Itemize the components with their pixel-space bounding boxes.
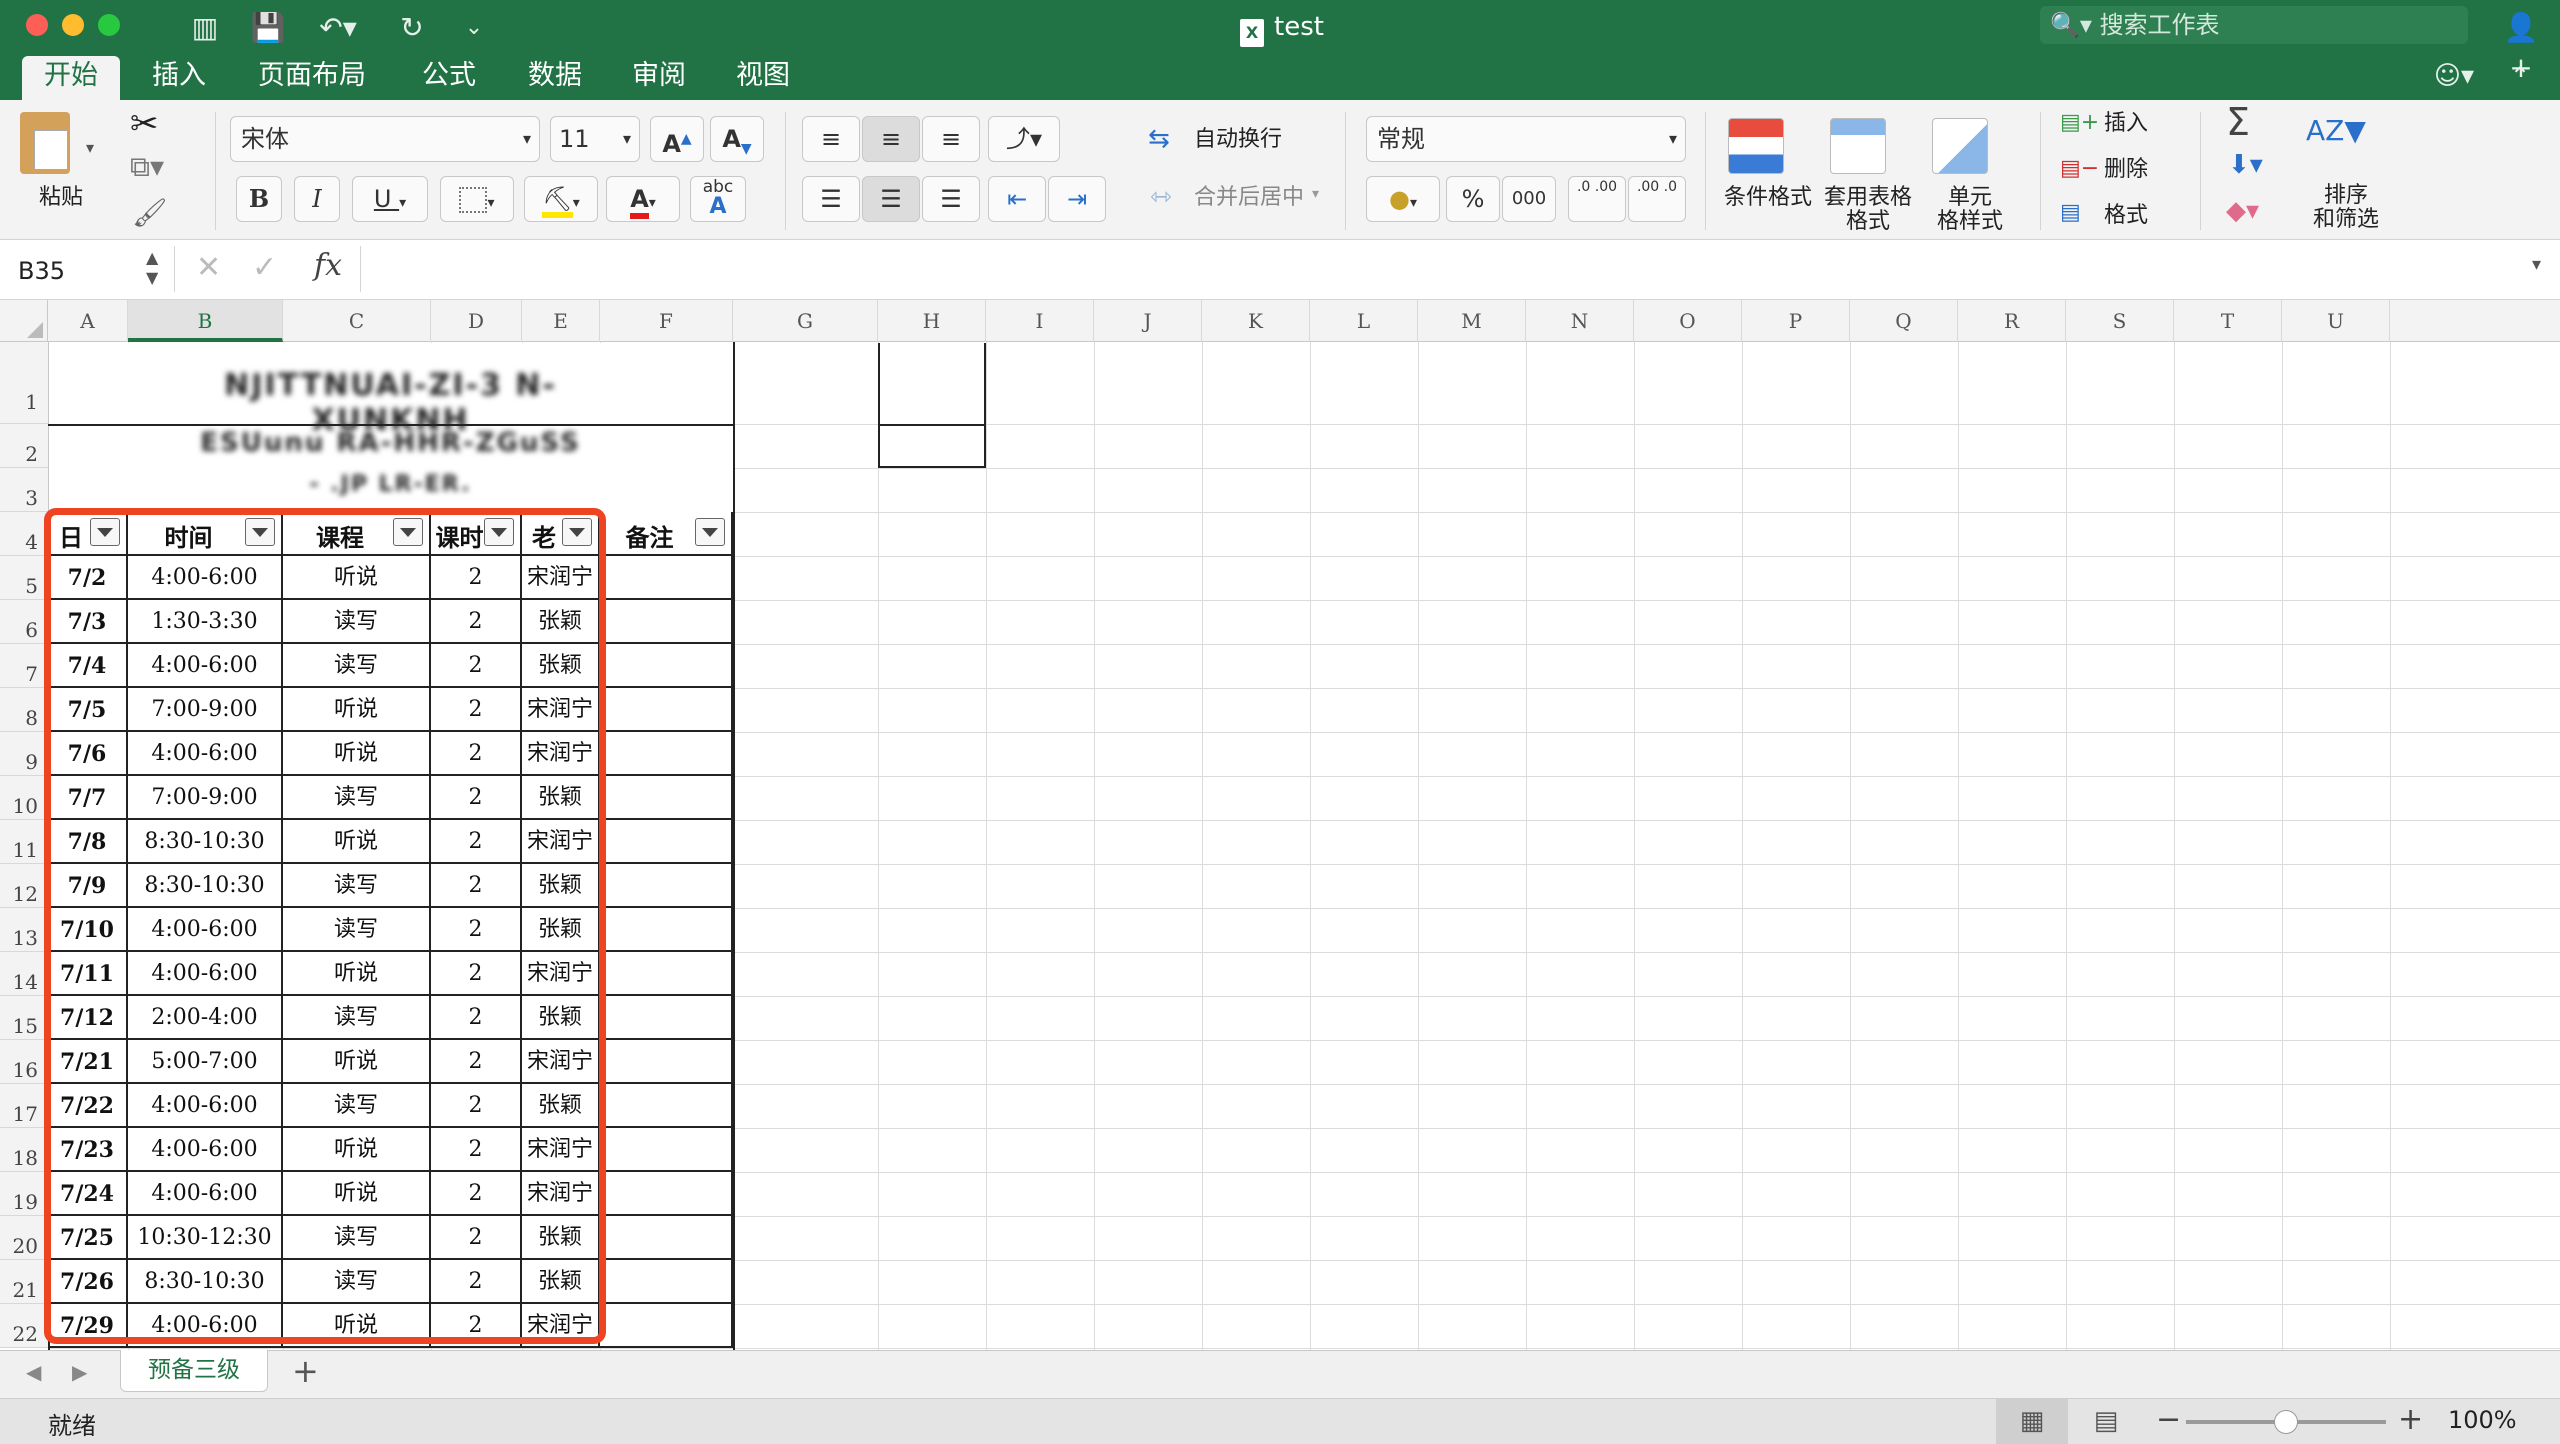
table-cell[interactable] [600, 820, 733, 864]
grid-line [1418, 342, 1419, 1350]
border-line [48, 424, 733, 426]
row-header-9[interactable]: 9 [0, 732, 48, 776]
table-cell[interactable] [600, 952, 733, 996]
table-cell[interactable] [600, 1084, 733, 1128]
row-header-5[interactable]: 5 [0, 556, 48, 600]
grid-line [1958, 342, 1959, 1350]
highlight-box [44, 508, 606, 1344]
add-sheet-button[interactable]: + [292, 1352, 319, 1390]
grid-line [2390, 342, 2391, 1350]
normal-view-icon[interactable]: ▦ [1996, 1398, 2068, 1444]
table-cell[interactable] [600, 996, 733, 1040]
row-header-21[interactable]: 21 [0, 1260, 48, 1304]
row-header-18[interactable]: 18 [0, 1128, 48, 1172]
row-header-13[interactable]: 13 [0, 908, 48, 952]
row-header-2[interactable]: 2 [0, 424, 48, 468]
border-line [733, 342, 735, 1350]
table-cell[interactable] [600, 732, 733, 776]
sheet-tab[interactable]: 预备三级 [120, 1350, 268, 1392]
table-cell[interactable] [600, 644, 733, 688]
table-cell[interactable] [600, 600, 733, 644]
table-cell[interactable] [600, 776, 733, 820]
previous-sheet-icon[interactable]: ◀ [26, 1360, 41, 1384]
grid-line [2066, 342, 2067, 1350]
grid-line [1094, 342, 1095, 1350]
sheet-tab-bar [0, 1350, 2560, 1398]
border-line [878, 424, 986, 426]
table-cell[interactable] [600, 1128, 733, 1172]
row-header-8[interactable]: 8 [0, 688, 48, 732]
row-header-10[interactable]: 10 [0, 776, 48, 820]
row-header-3[interactable]: 3 [0, 468, 48, 512]
row-header-14[interactable]: 14 [0, 952, 48, 996]
table-cell[interactable] [600, 556, 733, 600]
table-cell[interactable] [600, 1216, 733, 1260]
grid-line [2174, 342, 2175, 1350]
table-header-cell[interactable]: 备注 [600, 512, 733, 556]
obscured-title-text: ESUunu RA-HHR-ZGuSS [200, 428, 581, 458]
table-cell[interactable] [600, 908, 733, 952]
table-header-label: 备注 [625, 524, 674, 552]
row-header-7[interactable]: 7 [0, 644, 48, 688]
page-layout-view-icon[interactable]: ▤ [2074, 1398, 2138, 1444]
table-cell[interactable] [600, 1304, 733, 1348]
obscured-title-text: - .JP LR-ER. [309, 472, 472, 497]
row-header-15[interactable]: 15 [0, 996, 48, 1040]
row-header-17[interactable]: 17 [0, 1084, 48, 1128]
row-header-12[interactable]: 12 [0, 864, 48, 908]
zoom-level: 100% [2448, 1406, 2517, 1434]
grid-line [48, 1348, 2560, 1349]
row-header-11[interactable]: 11 [0, 820, 48, 864]
row-header-19[interactable]: 19 [0, 1172, 48, 1216]
row-header-16[interactable]: 16 [0, 1040, 48, 1084]
row-header-20[interactable]: 20 [0, 1216, 48, 1260]
row-header-22[interactable]: 22 [0, 1304, 48, 1348]
grid-line [1310, 342, 1311, 1350]
zoom-out-button[interactable]: − [2156, 1402, 2181, 1437]
grid-line [1526, 342, 1527, 1350]
table-cell[interactable] [600, 1172, 733, 1216]
next-sheet-icon[interactable]: ▶ [72, 1360, 87, 1384]
table-cell[interactable] [600, 864, 733, 908]
grid-line [878, 342, 879, 1350]
row-header-4[interactable]: 4 [0, 512, 48, 556]
table-cell[interactable] [600, 1260, 733, 1304]
filter-dropdown-icon[interactable] [695, 518, 725, 546]
row-header-6[interactable]: 6 [0, 600, 48, 644]
worksheet-grid[interactable]: 1 2 3 4 5 6 7 8 9 10 11 12 13 14 15 16 17 18 19 20 21 22 NJITT… [0, 0, 2560, 1350]
grid-line [1202, 342, 1203, 1350]
grid-line [1634, 342, 1635, 1350]
zoom-slider-thumb[interactable] [2274, 1410, 2298, 1434]
table-cell[interactable] [600, 1040, 733, 1084]
zoom-in-button[interactable]: + [2398, 1402, 2423, 1437]
grid-line [1742, 342, 1743, 1350]
grid-line [2282, 342, 2283, 1350]
status-ready: 就绪 [48, 1412, 96, 1440]
grid-line [986, 342, 987, 1350]
grid-line [1850, 342, 1851, 1350]
table-cell[interactable] [600, 688, 733, 732]
bordered-cell [878, 343, 986, 468]
row-header-1[interactable]: 1 [0, 342, 48, 424]
